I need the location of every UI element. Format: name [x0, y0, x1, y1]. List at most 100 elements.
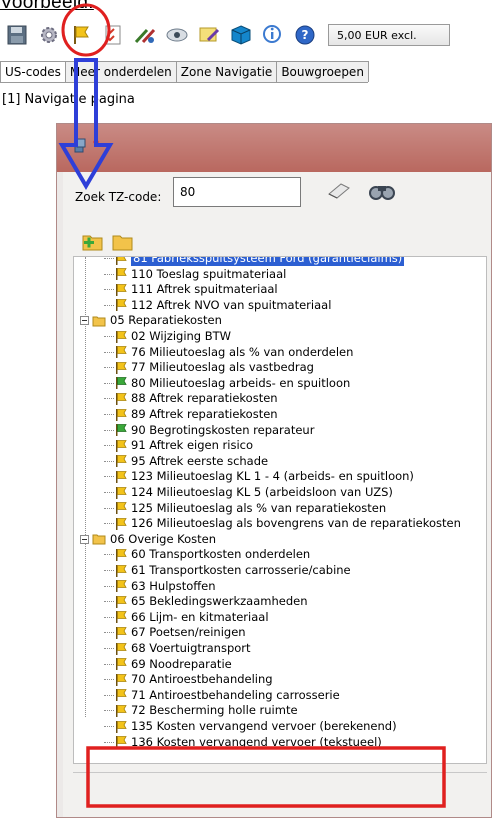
- tree-branch-line: [104, 414, 114, 415]
- tree-item-row[interactable]: 95 Aftrek eerste schade: [104, 454, 268, 469]
- tree-item-row[interactable]: 125 Milieutoeslag als % van reparatiekos…: [104, 501, 386, 516]
- tree-item-row[interactable]: 63 Hulpstoffen: [104, 579, 216, 594]
- tree-row-label: 72 Bescherming holle ruimte: [131, 703, 298, 718]
- tree-item-row[interactable]: 91 Aftrek eigen risico: [104, 438, 253, 453]
- tree-item-row[interactable]: 65 Bekledingswerkzaamheden: [104, 594, 308, 609]
- tree-item-row[interactable]: 67 Poetsen/reinigen: [104, 625, 246, 640]
- tree-row-label: 69 Noodreparatie: [131, 656, 232, 671]
- tree-branch-line: [104, 694, 114, 696]
- tree-item-row[interactable]: 60 Transportkosten onderdelen: [104, 547, 310, 562]
- tab-zone-navigatie[interactable]: Zone Navigatie: [175, 61, 278, 82]
- dialog-body: Zoek TZ-code: 81 Fabrieksspuitsysteem Fo…: [63, 172, 491, 817]
- tree-row-label: 70 Antiroestbehandeling: [131, 672, 273, 687]
- tree-branch-line: [104, 632, 114, 634]
- tree-item-row[interactable]: 110 Toeslag spuitmateriaal: [104, 267, 286, 282]
- tree-item-row[interactable]: 71 Antiroestbehandeling carrosserie: [104, 688, 340, 703]
- collapse-toggle-icon[interactable]: [80, 316, 89, 326]
- tree-branch-line: [104, 336, 114, 337]
- search-button[interactable]: [367, 180, 397, 202]
- tree-item-row[interactable]: 69 Noodreparatie: [104, 657, 232, 672]
- save-icon[interactable]: [4, 22, 30, 48]
- cube-icon[interactable]: [228, 22, 254, 48]
- tz-code-tree[interactable]: 81 Fabrieksspuitsysteem Ford (garantiecl…: [73, 256, 487, 764]
- tree-branch-line: [104, 398, 114, 400]
- example-heading: Voorbeeld:: [0, 0, 94, 13]
- tree-branch-line: [104, 460, 114, 462]
- note-icon[interactable]: [196, 22, 222, 48]
- tree-row-label: 80 Milieutoeslag arbeids- en spuitloon: [131, 375, 351, 390]
- yellow-flag-icon: [116, 673, 127, 686]
- tab-us-codes[interactable]: US-codes: [0, 61, 66, 82]
- tree-item-row[interactable]: 77 Milieutoeslag als vastbedrag: [104, 360, 314, 375]
- yellow-flag-icon: [116, 626, 127, 639]
- info-icon[interactable]: [260, 22, 286, 48]
- yellow-flag-icon: [116, 548, 127, 561]
- tree-item-row[interactable]: 61 Transportkosten carrosserie/cabine: [104, 563, 351, 578]
- tab-bar: US-codes Meer onderdelen Zone Navigatie …: [0, 61, 369, 83]
- tree-branch-line: [104, 554, 114, 556]
- tree-item-row[interactable]: 80 Milieutoeslag arbeids- en spuitloon: [104, 376, 350, 391]
- yellow-flag-icon: [116, 517, 127, 530]
- tree-item-row[interactable]: 124 Milieutoeslag KL 5 (arbeidsloon van …: [104, 485, 393, 500]
- tree-branch-line: [104, 476, 114, 478]
- yellow-flag-icon: [116, 346, 127, 359]
- tree-item-row[interactable]: 90 Begrotingskosten reparateur: [104, 423, 314, 438]
- tree-row-label: 67 Poetsen/reinigen: [131, 625, 246, 640]
- tree-row-label: 112 Aftrek NVO van spuitmateriaal: [131, 297, 332, 312]
- add-folder-button[interactable]: [81, 230, 105, 252]
- tree-folder-row[interactable]: 06 Overige Kosten: [80, 532, 216, 547]
- tree-item-row[interactable]: 111 Aftrek spuitmateriaal: [104, 282, 278, 297]
- yellow-flag-icon: [116, 689, 127, 702]
- tree-item-row[interactable]: 112 Aftrek NVO van spuitmateriaal: [104, 298, 331, 313]
- tree-item-row[interactable]: 02 Wijziging BTW: [104, 329, 231, 344]
- tree-branch-line: [104, 616, 114, 618]
- tree-row-label: 111 Aftrek spuitmateriaal: [131, 282, 278, 297]
- tree-item-row[interactable]: 123 Milieutoeslag KL 1 - 4 (arbeids- en …: [104, 469, 414, 484]
- tree-item-row[interactable]: 68 Voertuigtransport: [104, 641, 251, 656]
- tree-item-row[interactable]: 136 Kosten vervangend vervoer (tekstueel…: [104, 735, 382, 750]
- green-flag-icon: [116, 377, 127, 390]
- folder-icon: [112, 235, 133, 251]
- yellow-flag-icon: [116, 611, 127, 624]
- flag-icon[interactable]: [68, 22, 94, 48]
- tree-branch-line: [104, 601, 114, 603]
- tree-branch-line: [104, 492, 114, 493]
- checklist-icon[interactable]: [100, 22, 126, 48]
- tree-row-label: 06 Overige Kosten: [110, 531, 217, 546]
- toolbar: ? 5,00 EUR excl.: [0, 20, 492, 50]
- tools-icon[interactable]: [132, 22, 158, 48]
- tab-meer-onderdelen[interactable]: Meer onderdelen: [64, 61, 177, 82]
- settings-icon[interactable]: [36, 22, 62, 48]
- tree-branch-line: [104, 570, 114, 571]
- tree-row-label: 02 Wijziging BTW: [131, 329, 232, 343]
- tree-item-row[interactable]: 126 Milieutoeslag als bovengrens van de …: [104, 516, 461, 531]
- dialog-title-bar[interactable]: [57, 124, 491, 172]
- folder-button[interactable]: [111, 230, 135, 252]
- tree-branch-line: [104, 445, 114, 447]
- tree-item-row[interactable]: 70 Antiroestbehandeling: [104, 672, 273, 687]
- tree-item-row[interactable]: 76 Milieutoeslag als % van onderdelen: [104, 345, 353, 360]
- folder-icon: [92, 316, 106, 327]
- price-display: 5,00 EUR excl.: [328, 24, 450, 46]
- collapse-toggle-icon[interactable]: [80, 534, 89, 544]
- tree-item-row[interactable]: 66 Lijm- en kitmateriaal: [104, 610, 269, 625]
- tree-item-row[interactable]: 135 Kosten vervangend vervoer (berekenen…: [104, 719, 397, 734]
- tree-item-row[interactable]: 72 Bescherming holle ruimte: [104, 703, 298, 718]
- clear-search-button[interactable]: [325, 180, 353, 200]
- help-icon[interactable]: ?: [292, 22, 318, 48]
- binoculars-icon: [369, 186, 395, 200]
- yellow-flag-icon: [116, 257, 127, 265]
- tree-item-row[interactable]: 81 Fabrieksspuitsysteem Ford (garantiecl…: [104, 257, 405, 266]
- yellow-flag-icon: [116, 704, 127, 717]
- tz-code-search-input[interactable]: [173, 177, 301, 207]
- tree-branch-line: [104, 304, 114, 306]
- eye-icon[interactable]: [164, 22, 190, 48]
- tab-bouwgroepen[interactable]: Bouwgroepen: [276, 61, 369, 82]
- page: Voorbeeld: ? 5,00 EUR excl. US-codes Mee…: [0, 0, 492, 818]
- yellow-flag-icon: [116, 392, 127, 405]
- tree-item-row[interactable]: 89 Aftrek reparatiekosten: [104, 407, 278, 422]
- tree-item-row[interactable]: 88 Aftrek reparatiekosten: [104, 391, 278, 406]
- tree-folder-row[interactable]: 05 Reparatiekosten: [80, 313, 222, 328]
- yellow-flag-icon: [116, 455, 127, 468]
- tree-row-label: 88 Aftrek reparatiekosten: [131, 391, 278, 406]
